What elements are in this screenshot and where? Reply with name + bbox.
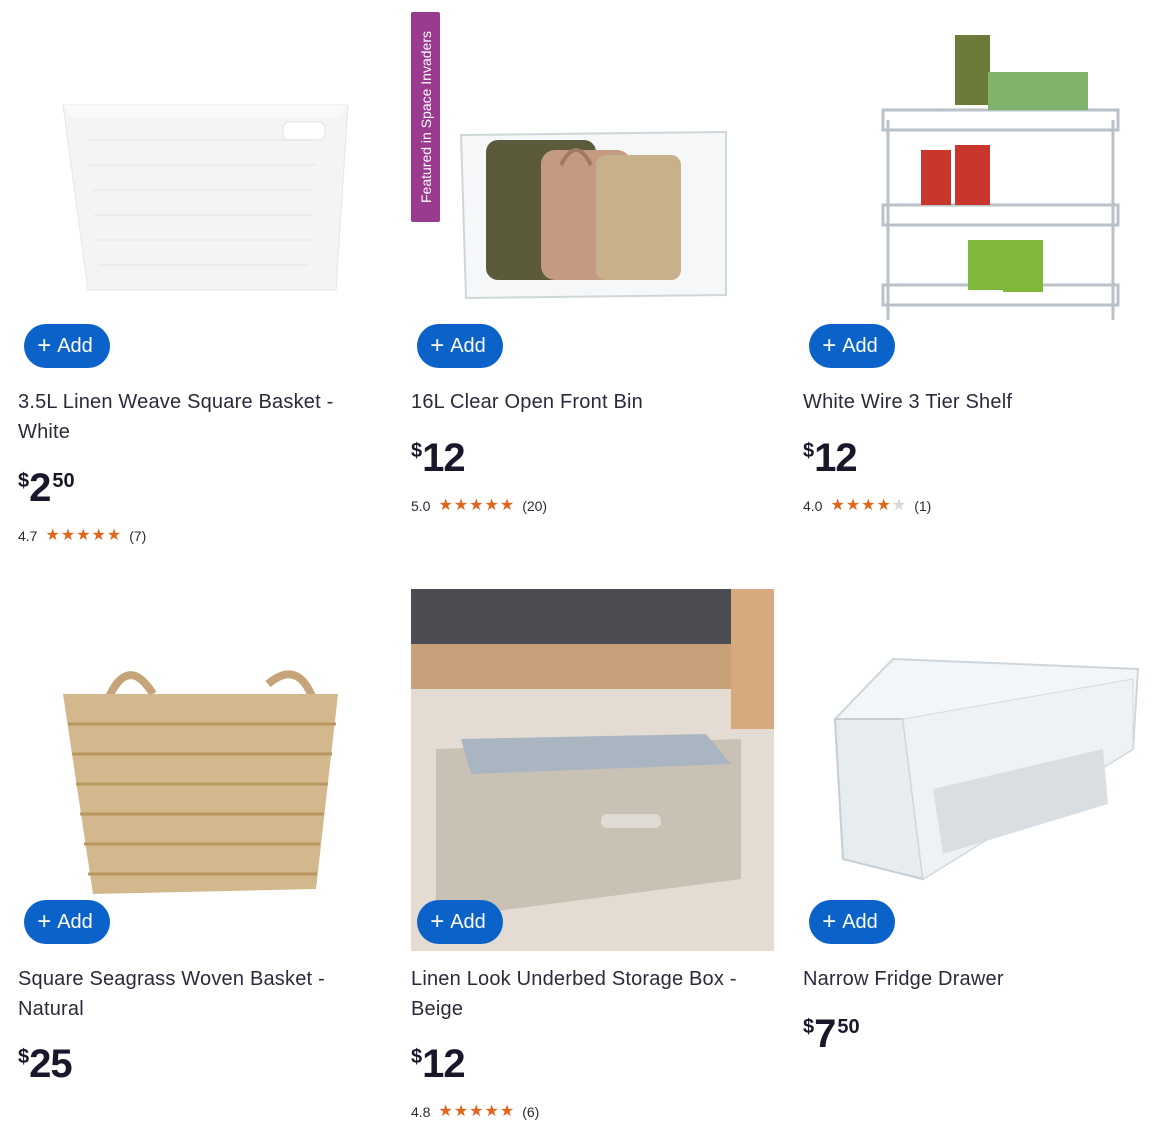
wire-shelf-image — [881, 35, 1120, 320]
product-price: $ 7 50 — [803, 1012, 860, 1056]
star-rating: ★ ★ ★ ★ ★ — [438, 498, 514, 514]
star-icon: ★ — [484, 1103, 499, 1120]
star-icon: ★ — [845, 497, 861, 514]
product-image[interactable] — [803, 0, 1157, 362]
product-title[interactable]: Square Seagrass Woven Basket - Natural — [18, 964, 363, 1024]
star-icon: ★ — [438, 1103, 453, 1120]
rating-value: 4.7 — [18, 528, 38, 544]
star-icon: ★ — [469, 1103, 484, 1120]
star-icon: ★ — [453, 1103, 469, 1120]
clear-bin-image — [459, 130, 727, 300]
plus-icon: + — [430, 908, 445, 935]
star-icon: ★ — [91, 527, 106, 544]
review-count: (6) — [522, 1104, 540, 1120]
product-price: $ 12 — [803, 436, 858, 480]
star-icon: ★ — [876, 497, 891, 514]
plus-icon: + — [822, 332, 837, 359]
product-rating: 4.0 ★ ★ ★ ★ ★ (1) — [803, 498, 932, 515]
star-icon: ★ — [861, 497, 876, 514]
star-icon: ★ — [469, 497, 484, 514]
plus-icon: + — [37, 332, 52, 359]
star-icon: ★ — [453, 497, 469, 514]
star-icon: ★ — [106, 527, 122, 544]
product-title[interactable]: Linen Look Underbed Storage Box - Beige — [411, 964, 756, 1024]
product-image[interactable] — [18, 589, 381, 951]
add-button[interactable]: + Add — [417, 900, 503, 944]
review-count: (7) — [129, 528, 147, 544]
star-icon: ★ — [499, 1103, 515, 1120]
product-image[interactable]: Featured in Space Invaders — [411, 0, 774, 362]
add-button[interactable]: + Add — [809, 324, 895, 368]
star-icon: ★ — [499, 497, 515, 514]
add-button[interactable]: + Add — [809, 900, 895, 944]
linen-basket-image — [62, 104, 349, 291]
product-rating: 5.0 ★ ★ ★ ★ ★ (20) — [411, 498, 548, 515]
rating-value: 4.0 — [803, 498, 823, 514]
add-button[interactable]: + Add — [24, 324, 110, 368]
star-rating: ★ ★ ★ ★ ★ — [438, 1104, 514, 1120]
star-rating: ★ ★ ★ ★ ★ — [830, 498, 906, 514]
product-image[interactable] — [18, 0, 381, 362]
star-icon: ★ — [438, 497, 453, 514]
product-rating: 4.8 ★ ★ ★ ★ ★ (6) — [411, 1104, 540, 1121]
product-title[interactable]: 3.5L Linen Weave Square Basket - White — [18, 387, 363, 447]
product-price: $ 2 50 — [18, 466, 75, 510]
star-icon: ★ — [76, 527, 91, 544]
product-image[interactable] — [411, 589, 774, 951]
plus-icon: + — [37, 908, 52, 935]
underbed-box-image — [411, 589, 774, 951]
review-count: (20) — [522, 498, 548, 514]
product-image[interactable] — [803, 589, 1157, 951]
product-price: $ 12 — [411, 1042, 466, 1086]
star-icon: ★ — [484, 497, 499, 514]
plus-icon: + — [822, 908, 837, 935]
seagrass-basket-image — [63, 670, 338, 894]
featured-badge: Featured in Space Invaders — [411, 12, 440, 222]
rating-value: 5.0 — [411, 498, 431, 514]
star-icon: ★ — [830, 497, 845, 514]
star-icon: ★ — [891, 497, 907, 514]
star-rating: ★ ★ ★ ★ ★ — [45, 528, 121, 544]
add-button[interactable]: + Add — [24, 900, 110, 944]
fridge-drawer-image — [833, 657, 1140, 881]
product-price: $ 12 — [411, 436, 466, 480]
star-icon: ★ — [60, 527, 76, 544]
star-icon: ★ — [45, 527, 60, 544]
product-title[interactable]: 16L Clear Open Front Bin — [411, 387, 756, 417]
product-price: $ 25 — [18, 1042, 73, 1086]
review-count: (1) — [914, 498, 932, 514]
plus-icon: + — [430, 332, 445, 359]
rating-value: 4.8 — [411, 1104, 431, 1120]
product-rating: 4.7 ★ ★ ★ ★ ★ (7) — [18, 528, 147, 545]
add-button[interactable]: + Add — [417, 324, 503, 368]
product-title[interactable]: Narrow Fridge Drawer — [803, 964, 1148, 994]
product-title[interactable]: White Wire 3 Tier Shelf — [803, 387, 1148, 417]
